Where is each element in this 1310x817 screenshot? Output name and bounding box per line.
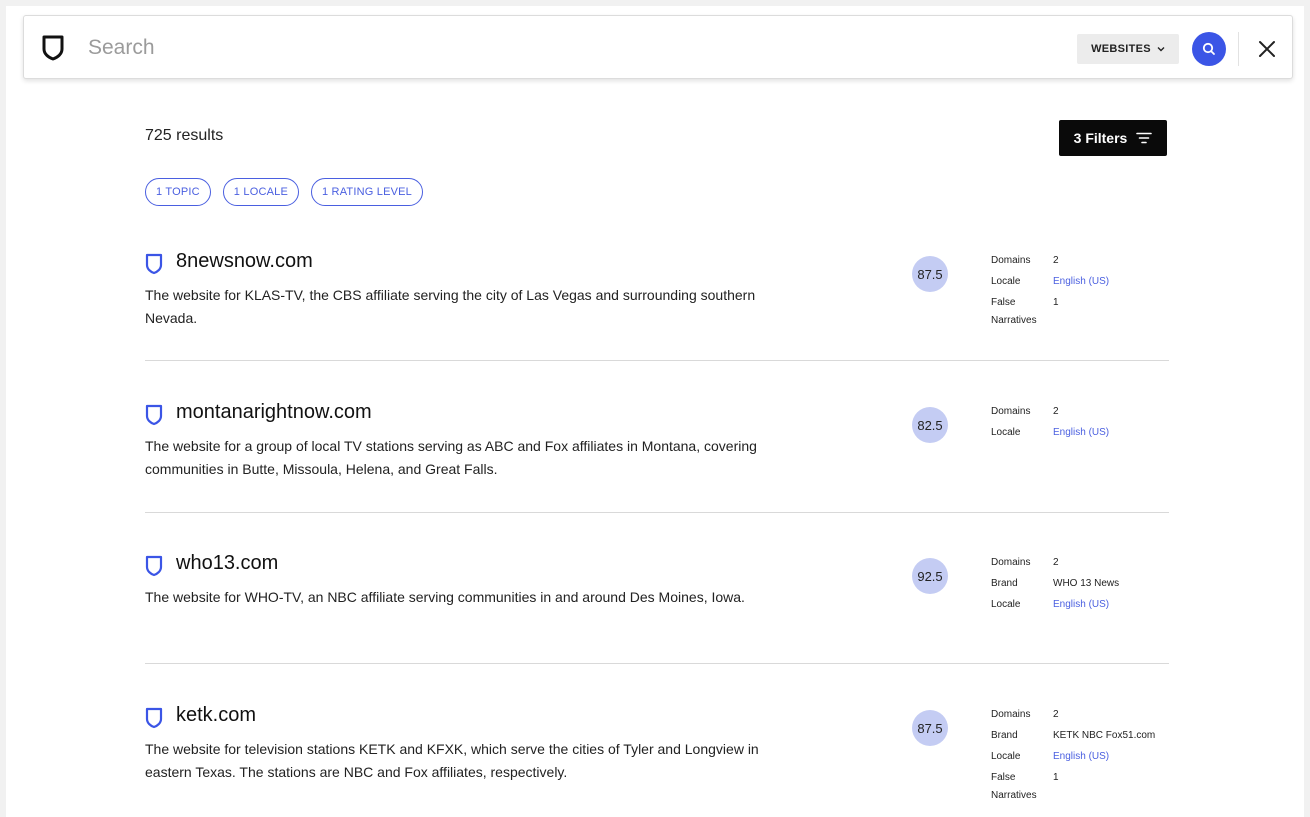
chevron-down-icon <box>1157 47 1165 52</box>
filter-chips: 1 TOPIC 1 LOCALE 1 RATING LEVEL <box>145 178 424 206</box>
result-divider <box>145 360 1169 361</box>
search-divider <box>1238 32 1239 66</box>
meta-key: False Narratives <box>991 772 1037 801</box>
meta-row: Locale English (US) <box>991 594 1171 615</box>
close-button[interactable] <box>1252 34 1282 64</box>
result-domain-link[interactable]: who13.com <box>176 552 278 575</box>
shield-icon <box>145 707 163 729</box>
result-divider <box>145 512 1169 513</box>
result-description: The website for television stations KETK… <box>145 741 759 780</box>
filters-button[interactable]: 3 Filters <box>1059 120 1167 156</box>
meta-value-link[interactable]: English (US) <box>1053 746 1109 767</box>
chip-locale[interactable]: 1 LOCALE <box>222 178 299 206</box>
results-count: 725 results <box>145 127 224 144</box>
meta-key: Locale <box>991 276 1021 287</box>
meta-row: Domains 2 <box>991 401 1171 422</box>
page: WEBSITES 725 results 3 Filters 1 TOPIC 1… <box>6 6 1304 817</box>
result-meta: Domains 2 Brand KETK NBC Fox51.com Locale E… <box>991 704 1171 805</box>
meta-value: KETK NBC Fox51.com <box>1053 730 1156 741</box>
search-type-select[interactable]: WEBSITES <box>1077 34 1179 64</box>
result-score-badge: 82.5 <box>912 407 948 443</box>
meta-key: Locale <box>991 599 1021 610</box>
meta-value: 1 <box>1053 772 1059 783</box>
meta-value: 2 <box>1053 557 1059 568</box>
meta-value-link[interactable]: English (US) <box>1053 594 1109 615</box>
shield-icon <box>145 253 163 275</box>
meta-row: Domains 2 <box>991 552 1171 573</box>
chip-rating-level[interactable]: 1 RATING LEVEL <box>310 178 424 206</box>
shield-icon <box>145 555 163 577</box>
search-bar: WEBSITES <box>23 15 1293 79</box>
search-type-label: WEBSITES <box>1091 43 1151 55</box>
meta-value: 2 <box>1053 709 1059 720</box>
meta-row: False Narratives 1 <box>991 292 1171 330</box>
search-input[interactable] <box>88 30 988 66</box>
meta-row: Locale English (US) <box>991 422 1171 443</box>
meta-value-link[interactable]: English (US) <box>1053 422 1109 443</box>
result-description: The website for a group of local TV stat… <box>145 438 757 477</box>
result-domain-link[interactable]: montanarightnow.com <box>176 401 372 424</box>
result-score-badge: 87.5 <box>912 256 948 292</box>
filter-icon <box>1136 132 1153 144</box>
result-score-badge: 87.5 <box>912 710 948 746</box>
result-domain-link[interactable]: 8newsnow.com <box>176 250 313 273</box>
meta-key: False Narratives <box>991 297 1037 326</box>
filters-label: 3 Filters <box>1073 130 1128 146</box>
meta-row: False Narratives 1 <box>991 767 1171 805</box>
result-meta: Domains 2 Locale English (US) False Narrat… <box>991 250 1171 330</box>
result-description: The website for WHO-TV, an NBC affiliate… <box>145 589 745 605</box>
meta-row: Locale English (US) <box>991 746 1171 767</box>
result-meta: Domains 2 Locale English (US) <box>991 401 1171 443</box>
meta-value-link[interactable]: English (US) <box>1053 271 1109 292</box>
result-meta: Domains 2 Brand WHO 13 News Locale English … <box>991 552 1171 615</box>
meta-value: 2 <box>1053 255 1059 266</box>
search-button[interactable] <box>1192 32 1226 66</box>
shield-icon <box>145 404 163 426</box>
search-icon <box>1202 42 1215 55</box>
meta-key: Domains <box>991 406 1031 417</box>
meta-key: Domains <box>991 255 1031 266</box>
meta-key: Domains <box>991 557 1031 568</box>
meta-key: Brand <box>991 578 1018 589</box>
meta-key: Domains <box>991 709 1031 720</box>
result-score-badge: 92.5 <box>912 558 948 594</box>
shield-logo-icon[interactable] <box>42 35 64 61</box>
meta-key: Locale <box>991 427 1021 438</box>
meta-row: Brand KETK NBC Fox51.com <box>991 725 1171 746</box>
close-icon <box>1259 41 1275 57</box>
meta-value: WHO 13 News <box>1053 578 1120 589</box>
result-domain-link[interactable]: ketk.com <box>176 704 256 727</box>
result-description: The website for KLAS-TV, the CBS affilia… <box>145 287 756 326</box>
result-divider <box>145 663 1169 664</box>
chip-topic[interactable]: 1 TOPIC <box>145 178 211 206</box>
meta-row: Locale English (US) <box>991 271 1171 292</box>
meta-key: Locale <box>991 751 1021 762</box>
meta-value: 2 <box>1053 406 1059 417</box>
meta-row: Domains 2 <box>991 250 1171 271</box>
meta-row: Domains 2 <box>991 704 1171 725</box>
meta-key: Brand <box>991 730 1018 741</box>
meta-row: Brand WHO 13 News <box>991 573 1171 594</box>
meta-value: 1 <box>1053 297 1059 308</box>
